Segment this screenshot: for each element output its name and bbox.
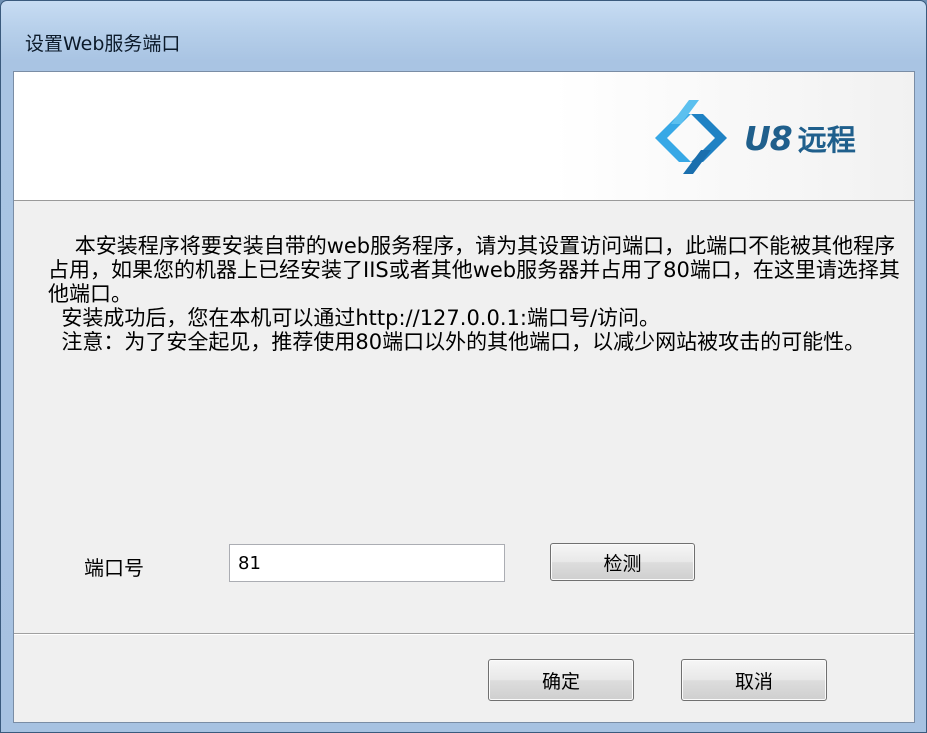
setup-web-port-dialog: 设置Web服务端口 U8 远程 本安装程序将要安装自带的web服务程序，请为其设…	[0, 0, 927, 733]
description-text: 本安装程序将要安装自带的web服务程序，请为其设置访问端口，此端口不能被其他程序…	[48, 234, 908, 354]
header-banner: U8 远程	[14, 72, 914, 201]
title-bar[interactable]: 设置Web服务端口	[1, 1, 926, 71]
description-paragraph-3: 注意：为了安全起见，推荐使用80端口以外的其他端口，以减少网站被攻击的可能性。	[48, 330, 866, 354]
u8-remote-logo-icon	[655, 100, 727, 174]
cancel-button[interactable]: 取消	[681, 659, 827, 701]
port-label: 端口号	[84, 556, 144, 580]
description-paragraph-1: 本安装程序将要安装自带的web服务程序，请为其设置访问端口，此端口不能被其他程序…	[48, 234, 900, 306]
divider	[14, 633, 914, 635]
description-paragraph-2: 安装成功后，您在本机可以通过http://127.0.0.1:端口号/访问。	[48, 306, 661, 330]
logo-u8-text: U8	[744, 118, 793, 158]
dialog-client-area: U8 远程 本安装程序将要安装自带的web服务程序，请为其设置访问端口，此端口不…	[13, 71, 915, 723]
window-title: 设置Web服务端口	[25, 33, 181, 55]
check-button[interactable]: 检测	[550, 543, 695, 581]
port-input[interactable]	[229, 544, 505, 582]
logo-remote-text: 远程	[797, 123, 856, 157]
logo-wordmark: U8 远程	[744, 117, 856, 159]
ok-button[interactable]: 确定	[488, 659, 634, 701]
